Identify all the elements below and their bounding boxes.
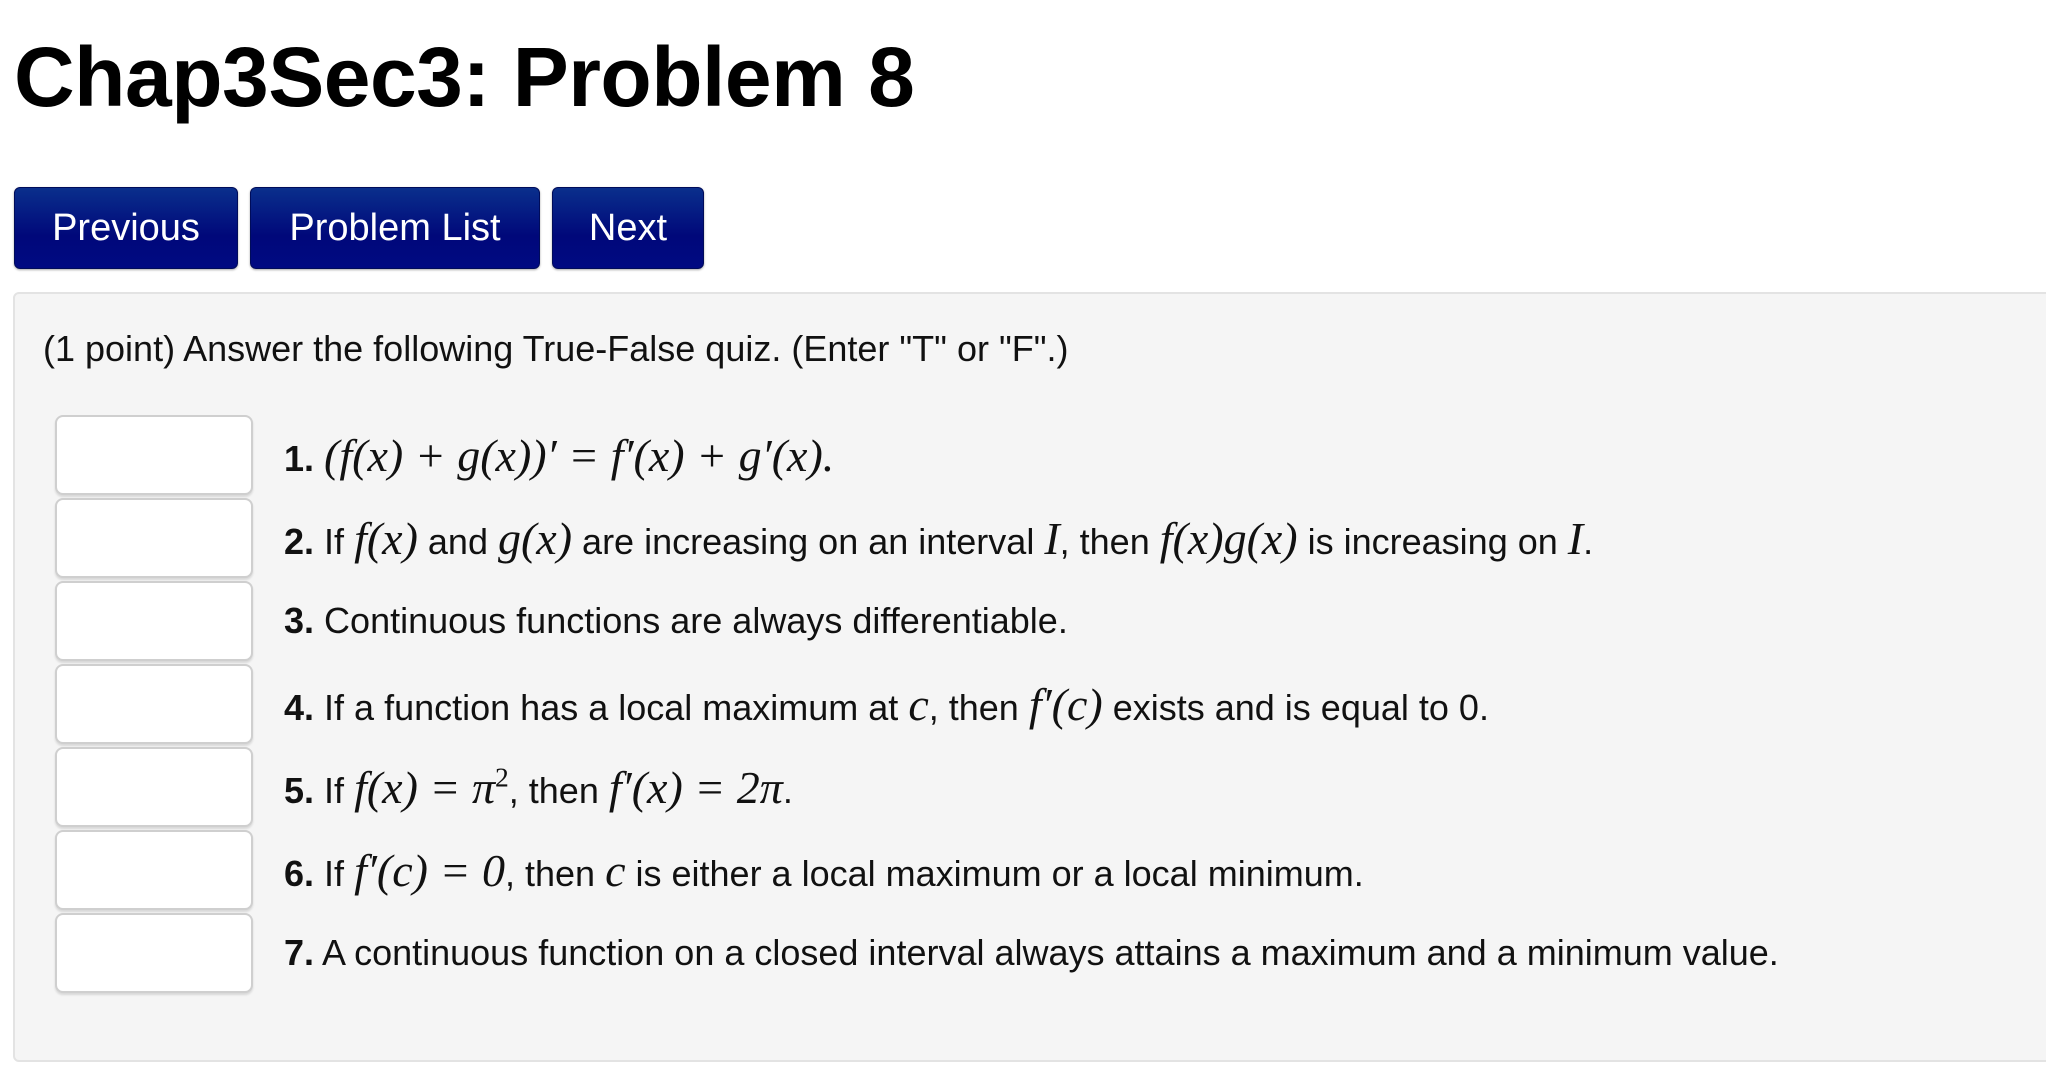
question-row-7: 7. A continuous function on a closed int… [55, 913, 1779, 993]
question-text-7: 7. A continuous function on a closed int… [284, 932, 1779, 974]
answer-input-3[interactable] [55, 581, 253, 661]
math-expression: f(x)g(x) [1159, 512, 1298, 564]
question-number: 1. [284, 437, 315, 479]
math-expression: f′(c) [1028, 678, 1103, 730]
text-segment: , then [928, 686, 1029, 728]
answer-input-5[interactable] [55, 747, 253, 827]
text-segment: exists and is equal to 0. [1102, 686, 1489, 728]
question-text-6: 6. If f′(c) = 0, then c is either a loca… [284, 844, 1364, 897]
answer-input-1[interactable] [55, 415, 253, 495]
question-text-2: 2. If f(x) and g(x) are increasing on an… [284, 512, 1593, 565]
text-segment: If a function has a local maximum at [324, 686, 909, 728]
answer-input-6[interactable] [55, 830, 253, 910]
question-row-2: 2. If f(x) and g(x) are increasing on an… [55, 498, 1593, 578]
text-segment: , then [505, 852, 606, 894]
math-expression: c [605, 844, 626, 896]
question-row-1: 1. (f(x) + g(x))′ = f′(x) + g′(x). [55, 415, 834, 495]
text-segment: is increasing on [1297, 520, 1568, 562]
math-base: f(x) = π [354, 761, 495, 813]
question-text-4: 4. If a function has a local maximum at … [284, 678, 1489, 731]
text-segment: Continuous functions are always differen… [324, 600, 1068, 641]
problem-intro: (1 point) Answer the following True-Fals… [43, 328, 1069, 369]
question-number: 5. [284, 769, 315, 811]
text-segment: A continuous function on a closed interv… [322, 932, 1779, 973]
question-number: 4. [284, 686, 315, 728]
text-segment: , then [1059, 520, 1160, 562]
question-number: 7. [284, 932, 315, 973]
math-expression: f′(x) = 2π [608, 761, 783, 813]
math-expression: f′(c) = 0 [354, 844, 505, 896]
question-text-3: 3. Continuous functions are always diffe… [284, 600, 1068, 642]
answer-input-4[interactable] [55, 664, 253, 744]
text-segment: If [324, 852, 355, 894]
text-segment: If [324, 769, 355, 811]
text-segment: . [1583, 520, 1594, 562]
math-expression: (f(x) + g(x))′ = f′(x) + g′(x). [324, 429, 835, 481]
math-exponent: 2 [494, 761, 509, 793]
text-segment: are increasing on an interval [572, 520, 1045, 562]
math-expression: g(x) [497, 512, 573, 564]
math-expression: I [1044, 512, 1060, 564]
question-row-3: 3. Continuous functions are always diffe… [55, 581, 1068, 661]
problem-panel: (1 point) Answer the following True-Fals… [13, 292, 2046, 1062]
question-row-4: 4. If a function has a local maximum at … [55, 664, 1489, 744]
answer-input-7[interactable] [55, 913, 253, 993]
math-expression: c [908, 678, 929, 730]
answer-input-2[interactable] [55, 498, 253, 578]
question-number: 6. [284, 852, 315, 894]
problem-list-button[interactable]: Problem List [250, 187, 540, 269]
math-expression: f(x) [354, 512, 418, 564]
question-number: 3. [284, 600, 315, 641]
text-segment: and [417, 520, 498, 562]
text-segment: , then [508, 769, 609, 811]
question-text-5: 5. If f(x) = π2, then f′(x) = 2π. [284, 761, 793, 814]
math-expression: I [1567, 512, 1584, 564]
page-title: Chap3Sec3: Problem 8 [14, 30, 915, 124]
next-button[interactable]: Next [552, 187, 704, 269]
previous-button[interactable]: Previous [14, 187, 238, 269]
math-expression: f(x) = π2 [354, 761, 509, 813]
question-row-6: 6. If f′(c) = 0, then c is either a loca… [55, 830, 1364, 910]
problem-navigation: Previous Problem List Next [14, 187, 704, 269]
question-text-1: 1. (f(x) + g(x))′ = f′(x) + g′(x). [284, 429, 834, 482]
text-segment: . [782, 769, 793, 811]
question-number: 2. [284, 520, 315, 562]
text-segment: is either a local maximum or a local min… [625, 852, 1364, 894]
question-row-5: 5. If f(x) = π2, then f′(x) = 2π. [55, 747, 793, 827]
text-segment: If [324, 520, 355, 562]
